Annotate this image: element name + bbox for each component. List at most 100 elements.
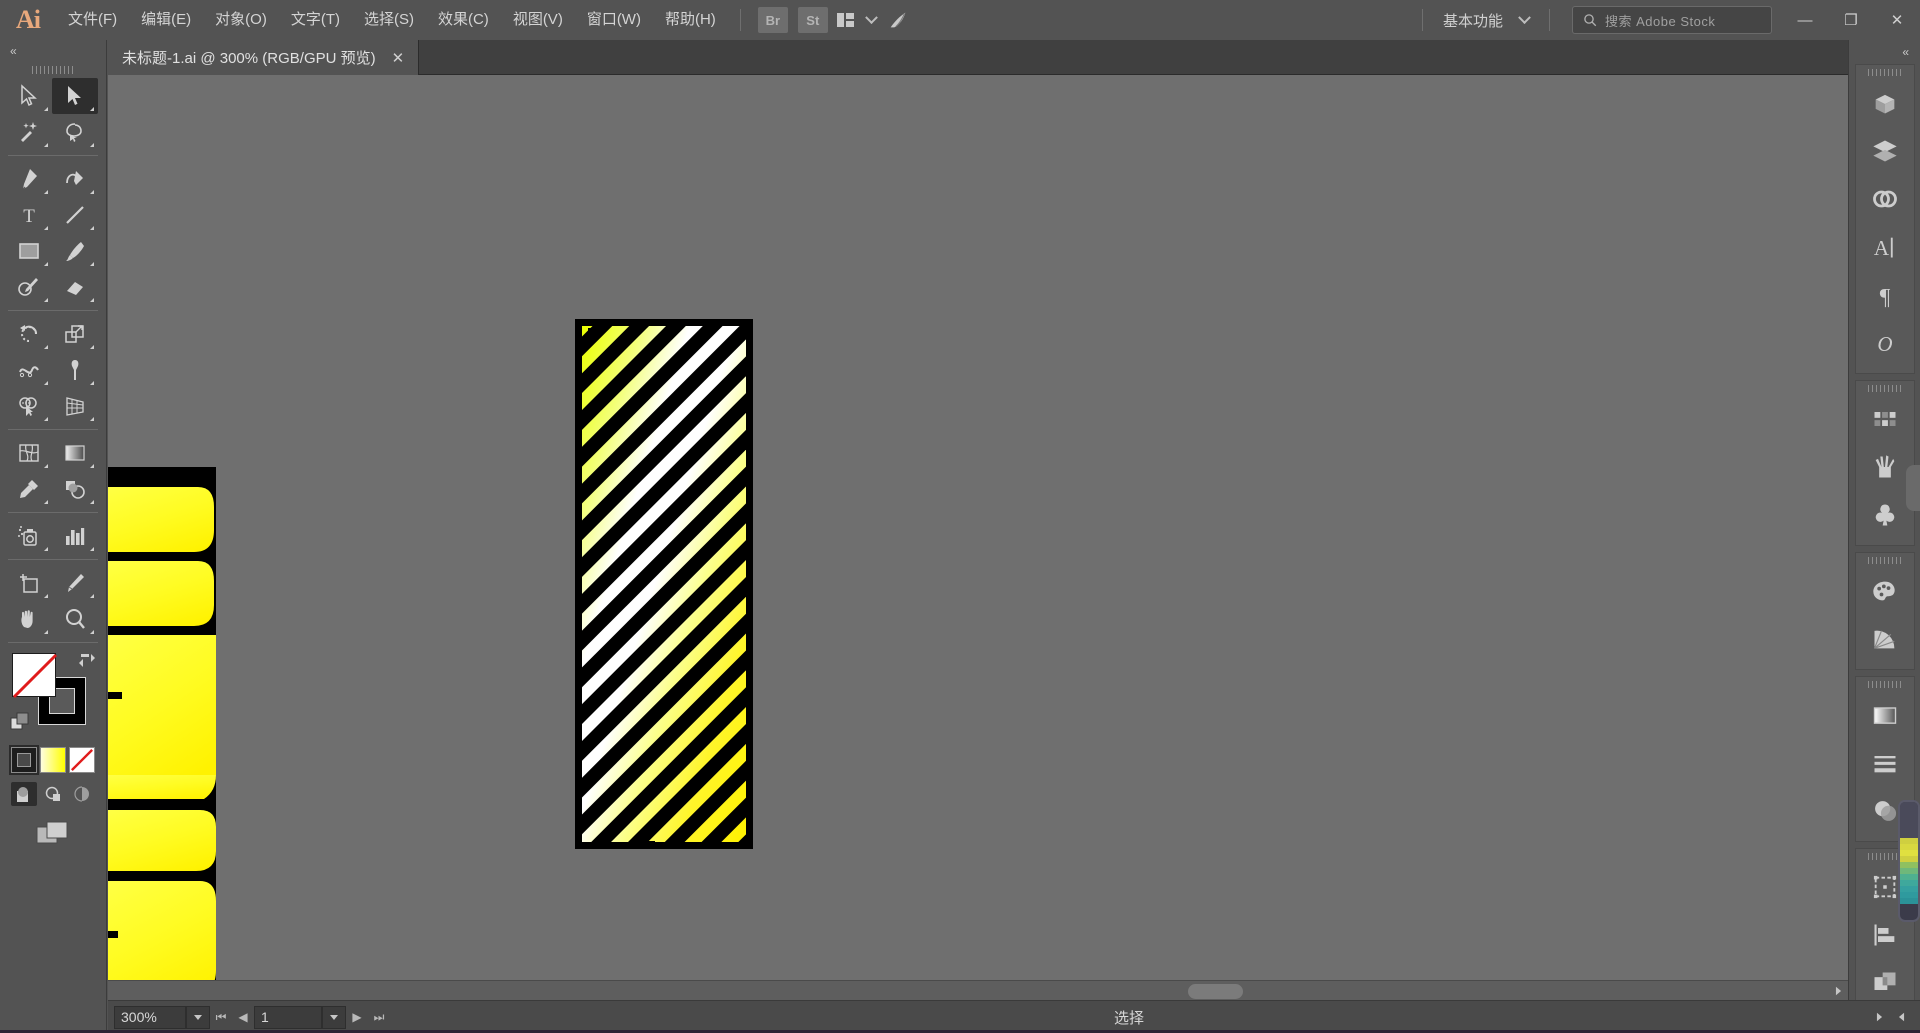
color-panel-icon[interactable]: [1856, 567, 1914, 615]
menu-view[interactable]: 视图(V): [501, 0, 575, 40]
window-close-button[interactable]: ✕: [1874, 0, 1920, 40]
first-page-button[interactable]: ⏮: [210, 1006, 232, 1029]
paragraph-panel-icon[interactable]: ¶: [1856, 271, 1914, 319]
toolbar-divider: [8, 310, 98, 311]
bridge-button[interactable]: Br: [757, 7, 788, 33]
scale-tool[interactable]: [52, 316, 98, 352]
arrange-documents-icon[interactable]: [833, 9, 859, 31]
next-page-button[interactable]: ▶: [346, 1006, 368, 1029]
scroll-right-icon[interactable]: [1828, 981, 1848, 1001]
toolbar-drag-handle[interactable]: [0, 62, 106, 78]
canvas-horizontal-scrollbar[interactable]: [108, 980, 1848, 1000]
document-tab-title: 未标题-1.ai @ 300% (RGB/GPU 预览): [122, 50, 376, 67]
menu-edit[interactable]: 编辑(E): [129, 0, 203, 40]
draw-inside[interactable]: [69, 782, 95, 806]
libraries-panel-icon[interactable]: [1856, 175, 1914, 223]
menu-object[interactable]: 对象(O): [203, 0, 279, 40]
rectangle-tool[interactable]: [6, 233, 52, 269]
horizontal-scrollbar-thumb[interactable]: [1188, 984, 1243, 999]
line-segment-tool[interactable]: [52, 197, 98, 233]
fill-color-swatch[interactable]: [11, 653, 57, 699]
magic-wand-tool[interactable]: [6, 114, 52, 150]
lasso-tool[interactable]: [52, 114, 98, 150]
curvature-tool[interactable]: [52, 161, 98, 197]
stroke-panel-icon[interactable]: [1856, 739, 1914, 787]
window-minimize-button[interactable]: —: [1782, 0, 1828, 40]
striped-rectangle-zoomed[interactable]: [108, 467, 216, 995]
striped-rectangle-main[interactable]: [108, 75, 1243, 1000]
eraser-tool[interactable]: [52, 269, 98, 305]
rotate-tool[interactable]: [6, 316, 52, 352]
hand-tool[interactable]: [6, 601, 52, 637]
default-fill-stroke-icon[interactable]: [10, 711, 32, 733]
prev-page-button[interactable]: ◀: [232, 1006, 254, 1029]
swatches-panel-icon[interactable]: [1856, 395, 1914, 443]
menu-effect[interactable]: 效果(C): [426, 0, 501, 40]
toolbar-collapse-button[interactable]: «: [0, 40, 106, 62]
symbol-sprayer-tool[interactable]: [6, 518, 52, 554]
color-mode-gradient[interactable]: [40, 747, 66, 773]
dock-group-drag-handle[interactable]: [1856, 553, 1914, 567]
document-tab[interactable]: 未标题-1.ai @ 300% (RGB/GPU 预览) ✕: [108, 40, 420, 75]
color-mode-solid[interactable]: [9, 745, 39, 775]
dock-group-drag-handle[interactable]: [1856, 65, 1914, 79]
pen-tool[interactable]: [6, 161, 52, 197]
paintbrush-tool[interactable]: [52, 233, 98, 269]
color-guide-panel-icon[interactable]: [1856, 615, 1914, 663]
slice-tool[interactable]: [52, 565, 98, 601]
properties-panel-icon[interactable]: [1856, 79, 1914, 127]
shape-builder-tool[interactable]: [6, 388, 52, 424]
page-number-field[interactable]: 1: [254, 1005, 322, 1029]
color-mode-none[interactable]: [69, 747, 95, 773]
free-transform-tool[interactable]: [52, 352, 98, 388]
menu-help[interactable]: 帮助(H): [653, 0, 728, 40]
arrange-chevron-down-icon[interactable]: [859, 9, 885, 31]
document-canvas[interactable]: [108, 75, 1848, 1000]
draw-normal[interactable]: [11, 782, 37, 806]
width-tool[interactable]: [6, 352, 52, 388]
swap-fill-stroke-icon[interactable]: [77, 651, 97, 671]
zoom-level-field[interactable]: 300%: [114, 1005, 186, 1029]
draw-behind[interactable]: [40, 782, 66, 806]
gradient-tool[interactable]: [52, 435, 98, 471]
mesh-tool[interactable]: [6, 435, 52, 471]
layers-panel-icon[interactable]: [1856, 127, 1914, 175]
blend-tool[interactable]: [52, 471, 98, 507]
dock-group-drag-handle[interactable]: [1856, 677, 1914, 691]
menu-type[interactable]: 文字(T): [279, 0, 352, 40]
dock-collapse-button[interactable]: «: [1849, 40, 1920, 64]
status-bar: 300% ⏮ ◀ 1 ▶ ⏭ 选择: [108, 1000, 1920, 1033]
menu-select[interactable]: 选择(S): [352, 0, 426, 40]
artboard-tool[interactable]: [6, 565, 52, 601]
page-number-dropdown[interactable]: [322, 1005, 346, 1029]
tool-group-color: [6, 435, 101, 507]
zoom-tool[interactable]: [52, 601, 98, 637]
opentype-panel-icon[interactable]: O: [1856, 319, 1914, 367]
workspace-chevron-down-icon[interactable]: [1511, 9, 1537, 31]
workspace-switcher[interactable]: 基本功能: [1435, 10, 1511, 31]
stock-button[interactable]: St: [797, 7, 828, 33]
gradient-panel-icon[interactable]: [1856, 691, 1914, 739]
character-panel-icon[interactable]: A: [1856, 223, 1914, 271]
dock-group-drag-handle[interactable]: [1856, 381, 1914, 395]
menu-window[interactable]: 窗口(W): [575, 0, 653, 40]
status-collapse-button[interactable]: [1890, 1006, 1912, 1029]
dock-edge-handle[interactable]: [1906, 465, 1920, 511]
column-graph-tool[interactable]: [52, 518, 98, 554]
shaper-tool[interactable]: [6, 269, 52, 305]
zoom-level-dropdown[interactable]: [186, 1005, 210, 1029]
perspective-grid-tool[interactable]: [52, 388, 98, 424]
menu-file[interactable]: 文件(F): [56, 0, 129, 40]
selection-tool[interactable]: [6, 78, 52, 114]
direct-selection-tool[interactable]: [51, 78, 98, 114]
last-page-button[interactable]: ⏭: [368, 1006, 390, 1029]
eyedropper-tool[interactable]: [6, 471, 52, 507]
document-tab-close-icon[interactable]: ✕: [392, 49, 405, 67]
workspace-divider: [1421, 9, 1423, 31]
window-restore-button[interactable]: ❐: [1828, 0, 1874, 40]
screen-mode-button[interactable]: [28, 816, 78, 850]
stock-search-input[interactable]: 搜索 Adobe Stock: [1572, 6, 1772, 34]
type-tool[interactable]: T: [6, 197, 52, 233]
status-menu-button[interactable]: [1868, 1006, 1890, 1029]
illustrator-flag-icon[interactable]: [885, 9, 911, 31]
